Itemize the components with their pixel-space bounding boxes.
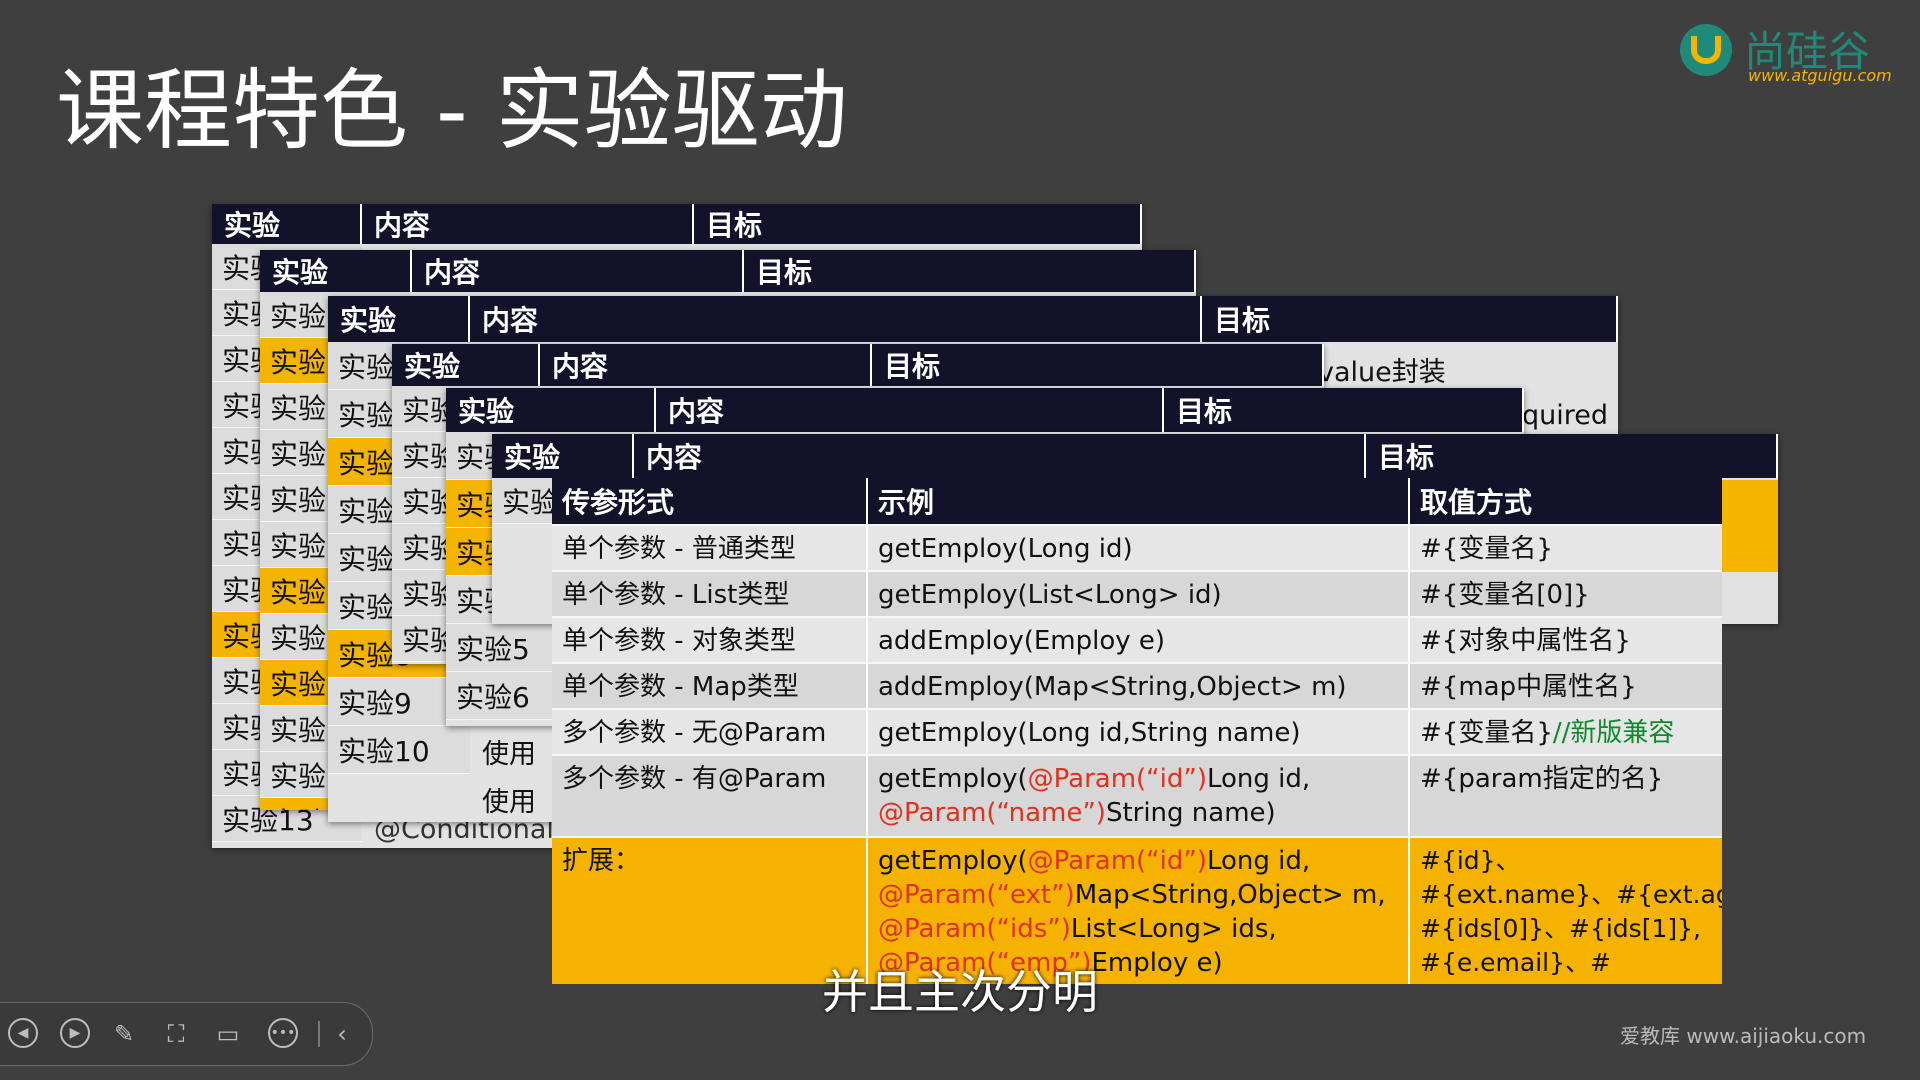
camera-icon[interactable]: ▭ <box>212 1018 244 1050</box>
header-content: 内容 <box>634 434 1366 478</box>
code-text: Long id, <box>1206 764 1311 794</box>
header-exp: 实验 <box>260 250 412 292</box>
row-method: #{变量名} <box>1420 534 1553 564</box>
table-row-param: 多个参数 - 有@Param getEmploy(@Param(“id”)Lon… <box>552 754 1722 836</box>
card-header: 实验 内容 目标 <box>328 296 1618 342</box>
row-example: getEmploy(List<Long> id) <box>868 572 1410 616</box>
pen-icon[interactable]: ✎ <box>108 1018 140 1050</box>
c3-peek-1: value封装 <box>1318 357 1446 388</box>
watermark: 爱教库 www.aijiaoku.com <box>1620 1024 1867 1048</box>
header-content: 内容 <box>412 250 744 292</box>
c3-content-9: 使用 <box>482 739 536 770</box>
row-form: 单个参数 - Map类型 <box>552 664 868 708</box>
header-content: 内容 <box>540 344 872 386</box>
header-exp: 实验 <box>446 388 656 432</box>
method-value: #{变量名} <box>1420 718 1553 748</box>
card-header: 实验 内容 目标 <box>212 204 1142 244</box>
header-goal: 目标 <box>744 250 1196 292</box>
screenshot-icon[interactable]: ⛶ <box>160 1018 192 1050</box>
table-row: 多个参数 - 无@Param getEmploy(Long id,String … <box>552 708 1722 754</box>
play-icon[interactable]: ▶ <box>60 1018 90 1048</box>
row-example: addEmploy(Employ e) <box>868 618 1410 662</box>
method-line: #{ext.name}、#{ext.age}, <box>1420 880 1722 909</box>
row-method: #{变量名}//新版兼容 <box>1410 710 1722 754</box>
header-content: 内容 <box>470 296 1202 342</box>
row-form: 单个参数 - 对象类型 <box>552 618 868 662</box>
table-row: 单个参数 - 对象类型 addEmploy(Employ e) #{对象中属性名… <box>552 616 1722 662</box>
code-text: List<Long> ids, <box>1070 914 1277 944</box>
toolbar-divider <box>318 1021 320 1047</box>
card-header: 实验 内容 目标 <box>260 250 1196 292</box>
c6-highlight-2 <box>1722 526 1778 572</box>
row-method: #{map中属性名} <box>1420 672 1637 702</box>
header-exp: 实验 <box>328 296 470 342</box>
card-header: 实验 内容 目标 <box>446 388 1524 432</box>
row-method: #{变量名[0]} <box>1420 580 1590 610</box>
prev-icon[interactable]: ◀ <box>8 1018 38 1048</box>
c3-peek-2: quired <box>1522 400 1609 431</box>
method-line: #{id}、 <box>1420 846 1521 875</box>
row-method: #{对象中属性名} <box>1420 626 1631 656</box>
header-goal: 目标 <box>694 204 1142 244</box>
card-header: 实验 内容 目标 <box>392 344 1324 386</box>
row-form: 多个参数 - 有@Param <box>552 756 868 836</box>
method-note: //新版兼容 <box>1552 718 1675 748</box>
table-row: 单个参数 - Map类型 addEmploy(Map<String,Object… <box>552 662 1722 708</box>
card-header: 实验 内容 目标 <box>492 434 1778 478</box>
header-exp: 实验 <box>212 204 362 244</box>
header-exp: 实验 <box>392 344 540 386</box>
logo-url: www.atguigu.com <box>1748 66 1892 85</box>
method-line: #{ids[0]}、#{ids[1]}, <box>1420 914 1701 943</box>
code-text: Long id, <box>1206 846 1311 876</box>
table-row: 单个参数 - 普通类型 getEmploy(Long id) #{变量名} <box>552 524 1722 570</box>
code-annotation: @Param(“id”) <box>1027 846 1207 876</box>
header-example: 示例 <box>868 478 1410 524</box>
collapse-icon[interactable]: ‹ <box>326 1018 358 1050</box>
code-text: Map<String,Object> m, <box>1074 880 1386 910</box>
row-form: 单个参数 - List类型 <box>552 572 868 616</box>
row-example: getEmploy(@Param(“id”)Long id, @Param(“n… <box>868 756 1410 836</box>
row-form: 单个参数 - 普通类型 <box>552 526 868 570</box>
code-text: String name) <box>1105 798 1276 828</box>
header-exp: 实验 <box>492 434 634 478</box>
row-example: getEmploy(Long id) <box>868 526 1410 570</box>
row-example: addEmploy(Map<String,Object> m) <box>868 664 1410 708</box>
header-goal: 目标 <box>1202 296 1618 342</box>
param-table: 传参形式 示例 取值方式 单个参数 - 普通类型 getEmploy(Long … <box>552 478 1722 984</box>
row-example: getEmploy(Long id,String name) <box>868 710 1410 754</box>
code-text: getEmploy( <box>878 764 1028 794</box>
header-method: 取值方式 <box>1410 478 1722 524</box>
experiment-row: 实验10 <box>328 726 470 774</box>
header-form: 传参形式 <box>552 478 868 524</box>
c6-highlight <box>1722 480 1778 526</box>
more-icon[interactable]: ••• <box>268 1018 298 1048</box>
header-goal: 目标 <box>1164 388 1524 432</box>
code-text: getEmploy( <box>878 846 1028 876</box>
code-annotation: @Param(“name”) <box>878 798 1106 828</box>
code-annotation: @Param(“ids”) <box>878 914 1071 944</box>
header-goal: 目标 <box>1366 434 1778 478</box>
brand-logo: 尚硅谷 www.atguigu.com <box>1680 18 1910 88</box>
presentation-toolbar: ◀ ▶ ✎ ⛶ ▭ ••• ‹ <box>0 1002 373 1066</box>
slide-title: 课程特色 - 实验驱动 <box>56 59 848 162</box>
header-content: 内容 <box>656 388 1164 432</box>
code-annotation: @Param(“ext”) <box>878 880 1075 910</box>
header-content: 内容 <box>362 204 694 244</box>
c3-content-10: 使用 <box>482 787 536 818</box>
row-method: #{param指定的名} <box>1420 764 1664 794</box>
header-goal: 目标 <box>872 344 1324 386</box>
code-annotation: @Param(“id”) <box>1027 764 1207 794</box>
logo-icon <box>1680 24 1732 76</box>
table-row: 单个参数 - List类型 getEmploy(List<Long> id) #… <box>552 570 1722 616</box>
row-form: 多个参数 - 无@Param <box>552 710 868 754</box>
